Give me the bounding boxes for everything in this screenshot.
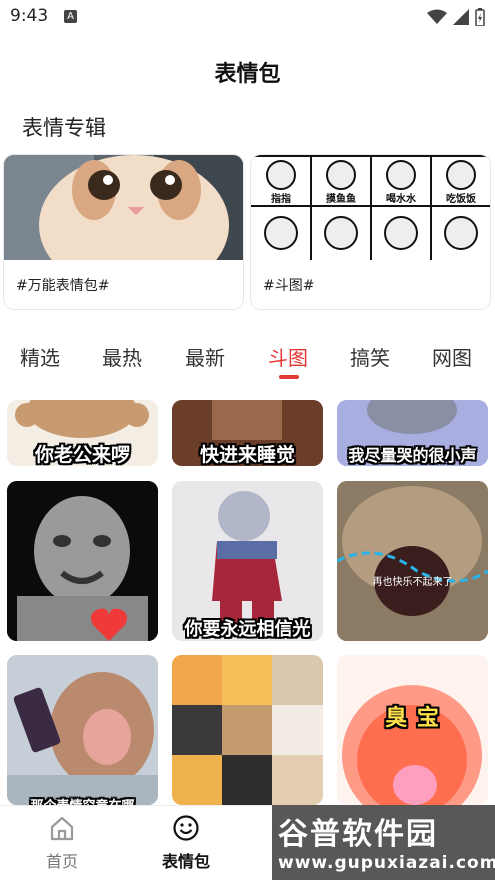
active-tab-indicator <box>279 375 299 379</box>
tab-newest[interactable]: 最新 <box>185 342 225 371</box>
sticker-caption: 臭 宝 <box>385 706 440 731</box>
album-cover-cat <box>4 155 243 260</box>
sticker-caption: 你老公来啰 <box>34 444 130 466</box>
nav-home-label: 首页 <box>45 852 78 871</box>
panda-tile-1: 指指 <box>271 192 291 205</box>
tab-doutu[interactable]: 斗图 <box>268 342 308 371</box>
album-cover-panda-grid: 指指 摸鱼鱼 喝水水 吃饭饭 <box>251 155 490 260</box>
tab-featured[interactable]: 精选 <box>20 342 60 371</box>
sticker-caption: 你要永远相信光 <box>184 619 311 640</box>
signal-icon <box>453 9 469 25</box>
sticker-item[interactable]: 快进来睡觉 <box>172 400 323 466</box>
sticker-item[interactable]: 你要永远相信光 <box>172 481 323 641</box>
page-title: 表情包 <box>214 62 281 87</box>
album-card-universal[interactable]: #万能表情包# <box>4 155 243 309</box>
section-title: 表情专辑 <box>22 116 106 140</box>
sticker-item[interactable] <box>7 481 158 641</box>
tab-web-images[interactable]: 网图 <box>432 342 472 371</box>
sticker-item[interactable]: 那个表情究竟在哪 <box>7 655 158 805</box>
smiley-icon <box>173 815 199 841</box>
sticker-grid: 你老公来啰 快进来睡觉 我尽量哭的很小声 你要永远相信光 再也快乐不起来了 那个… <box>0 400 495 805</box>
tab-funny[interactable]: 搞笑 <box>350 342 390 371</box>
sticker-caption: 我尽量哭的很小声 <box>348 446 477 465</box>
sticker-caption: 快进来睡觉 <box>199 444 295 466</box>
battery-icon <box>475 8 485 26</box>
sticker-caption: 再也快乐不起来了 <box>372 577 453 588</box>
nav-stickers-label: 表情包 <box>161 852 210 871</box>
album-label: #万能表情包# <box>16 278 110 294</box>
nav-home[interactable]: 首页 <box>22 814 102 872</box>
watermark: 谷普软件园 www.gupuxiazai.com <box>272 805 495 880</box>
panda-tile-2: 摸鱼鱼 <box>326 192 356 205</box>
panda-tile-4: 吃饭饭 <box>446 192 476 205</box>
watermark-url: www.gupuxiazai.com <box>278 853 495 873</box>
notification-a-icon: A <box>64 10 77 23</box>
status-time: 9:43 <box>10 6 49 26</box>
panda-tile-3: 喝水水 <box>386 192 417 205</box>
status-icons <box>427 8 485 26</box>
sticker-item[interactable]: 我尽量哭的很小声 <box>337 400 488 466</box>
nav-stickers[interactable]: 表情包 <box>146 814 226 872</box>
sticker-item[interactable] <box>172 655 323 805</box>
sticker-item[interactable]: 再也快乐不起来了 <box>337 481 488 641</box>
home-icon <box>50 816 74 841</box>
status-bar: 9:43 A <box>0 0 495 34</box>
sticker-caption: 那个表情究竟在哪 <box>7 795 158 805</box>
sticker-item[interactable]: 你老公来啰 <box>7 400 158 466</box>
tab-hottest[interactable]: 最热 <box>102 342 142 371</box>
category-tabs: 精选 最热 最新 斗图 搞笑 网图 <box>0 340 495 380</box>
sticker-item[interactable]: 臭 宝 <box>337 655 488 805</box>
album-label: #斗图# <box>263 278 315 294</box>
wifi-icon <box>427 9 447 24</box>
album-card-doutu[interactable]: 指指 摸鱼鱼 喝水水 吃饭饭 #斗图# <box>251 155 490 309</box>
watermark-title: 谷普软件园 <box>278 817 438 852</box>
